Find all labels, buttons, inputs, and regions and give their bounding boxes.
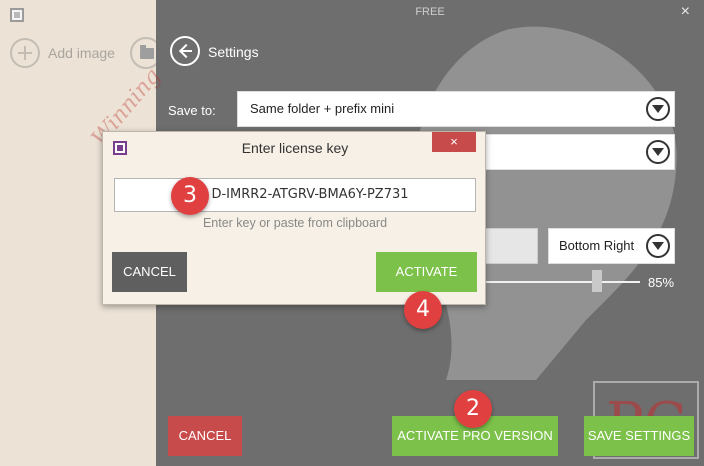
- window-title: FREE: [415, 6, 445, 18]
- save-to-label: Save to:: [168, 103, 216, 118]
- dialog-cancel-button[interactable]: CANCEL: [112, 252, 187, 292]
- dialog-activate-button[interactable]: ACTIVATE: [376, 252, 477, 292]
- opacity-slider-value: 85%: [648, 275, 675, 290]
- step-badge-3: 3: [171, 177, 209, 215]
- dialog-close-button[interactable]: ×: [432, 132, 476, 152]
- add-image-label: Add image: [48, 45, 115, 61]
- cancel-button[interactable]: CANCEL: [168, 416, 242, 456]
- position-dropdown[interactable]: Bottom Right: [548, 228, 675, 264]
- save-settings-button[interactable]: SAVE SETTINGS: [584, 416, 694, 456]
- chevron-down-icon: [646, 234, 670, 258]
- dialog-title: Enter license key: [241, 140, 349, 156]
- chevron-down-icon: [646, 140, 670, 164]
- plus-circle-icon: [10, 38, 40, 68]
- opacity-slider-thumb[interactable]: [592, 270, 602, 292]
- save-to-value: Same folder + prefix mini: [250, 101, 395, 116]
- page-title: Settings: [208, 44, 259, 60]
- position-value: Bottom Right: [559, 238, 635, 253]
- step-badge-4: 4: [404, 291, 442, 329]
- window-close-button[interactable]: ×: [681, 3, 690, 21]
- step-badge-2: 2: [454, 390, 492, 428]
- license-key-dialog: Enter license key × D-IMRR2-ATGRV-BMA6Y-…: [102, 131, 486, 305]
- opacity-slider-track[interactable]: [476, 281, 640, 283]
- chevron-down-icon: [646, 97, 670, 121]
- folder-icon: [140, 45, 154, 59]
- app-logo-icon: [10, 8, 24, 22]
- license-key-hint: Enter key or paste from clipboard: [202, 216, 388, 230]
- back-arrow-icon[interactable]: [170, 36, 200, 66]
- license-key-input[interactable]: D-IMRR2-ATGRV-BMA6Y-PZ731: [114, 178, 476, 212]
- add-image-button[interactable]: Add image: [10, 38, 115, 68]
- save-to-dropdown[interactable]: Same folder + prefix mini: [237, 91, 675, 127]
